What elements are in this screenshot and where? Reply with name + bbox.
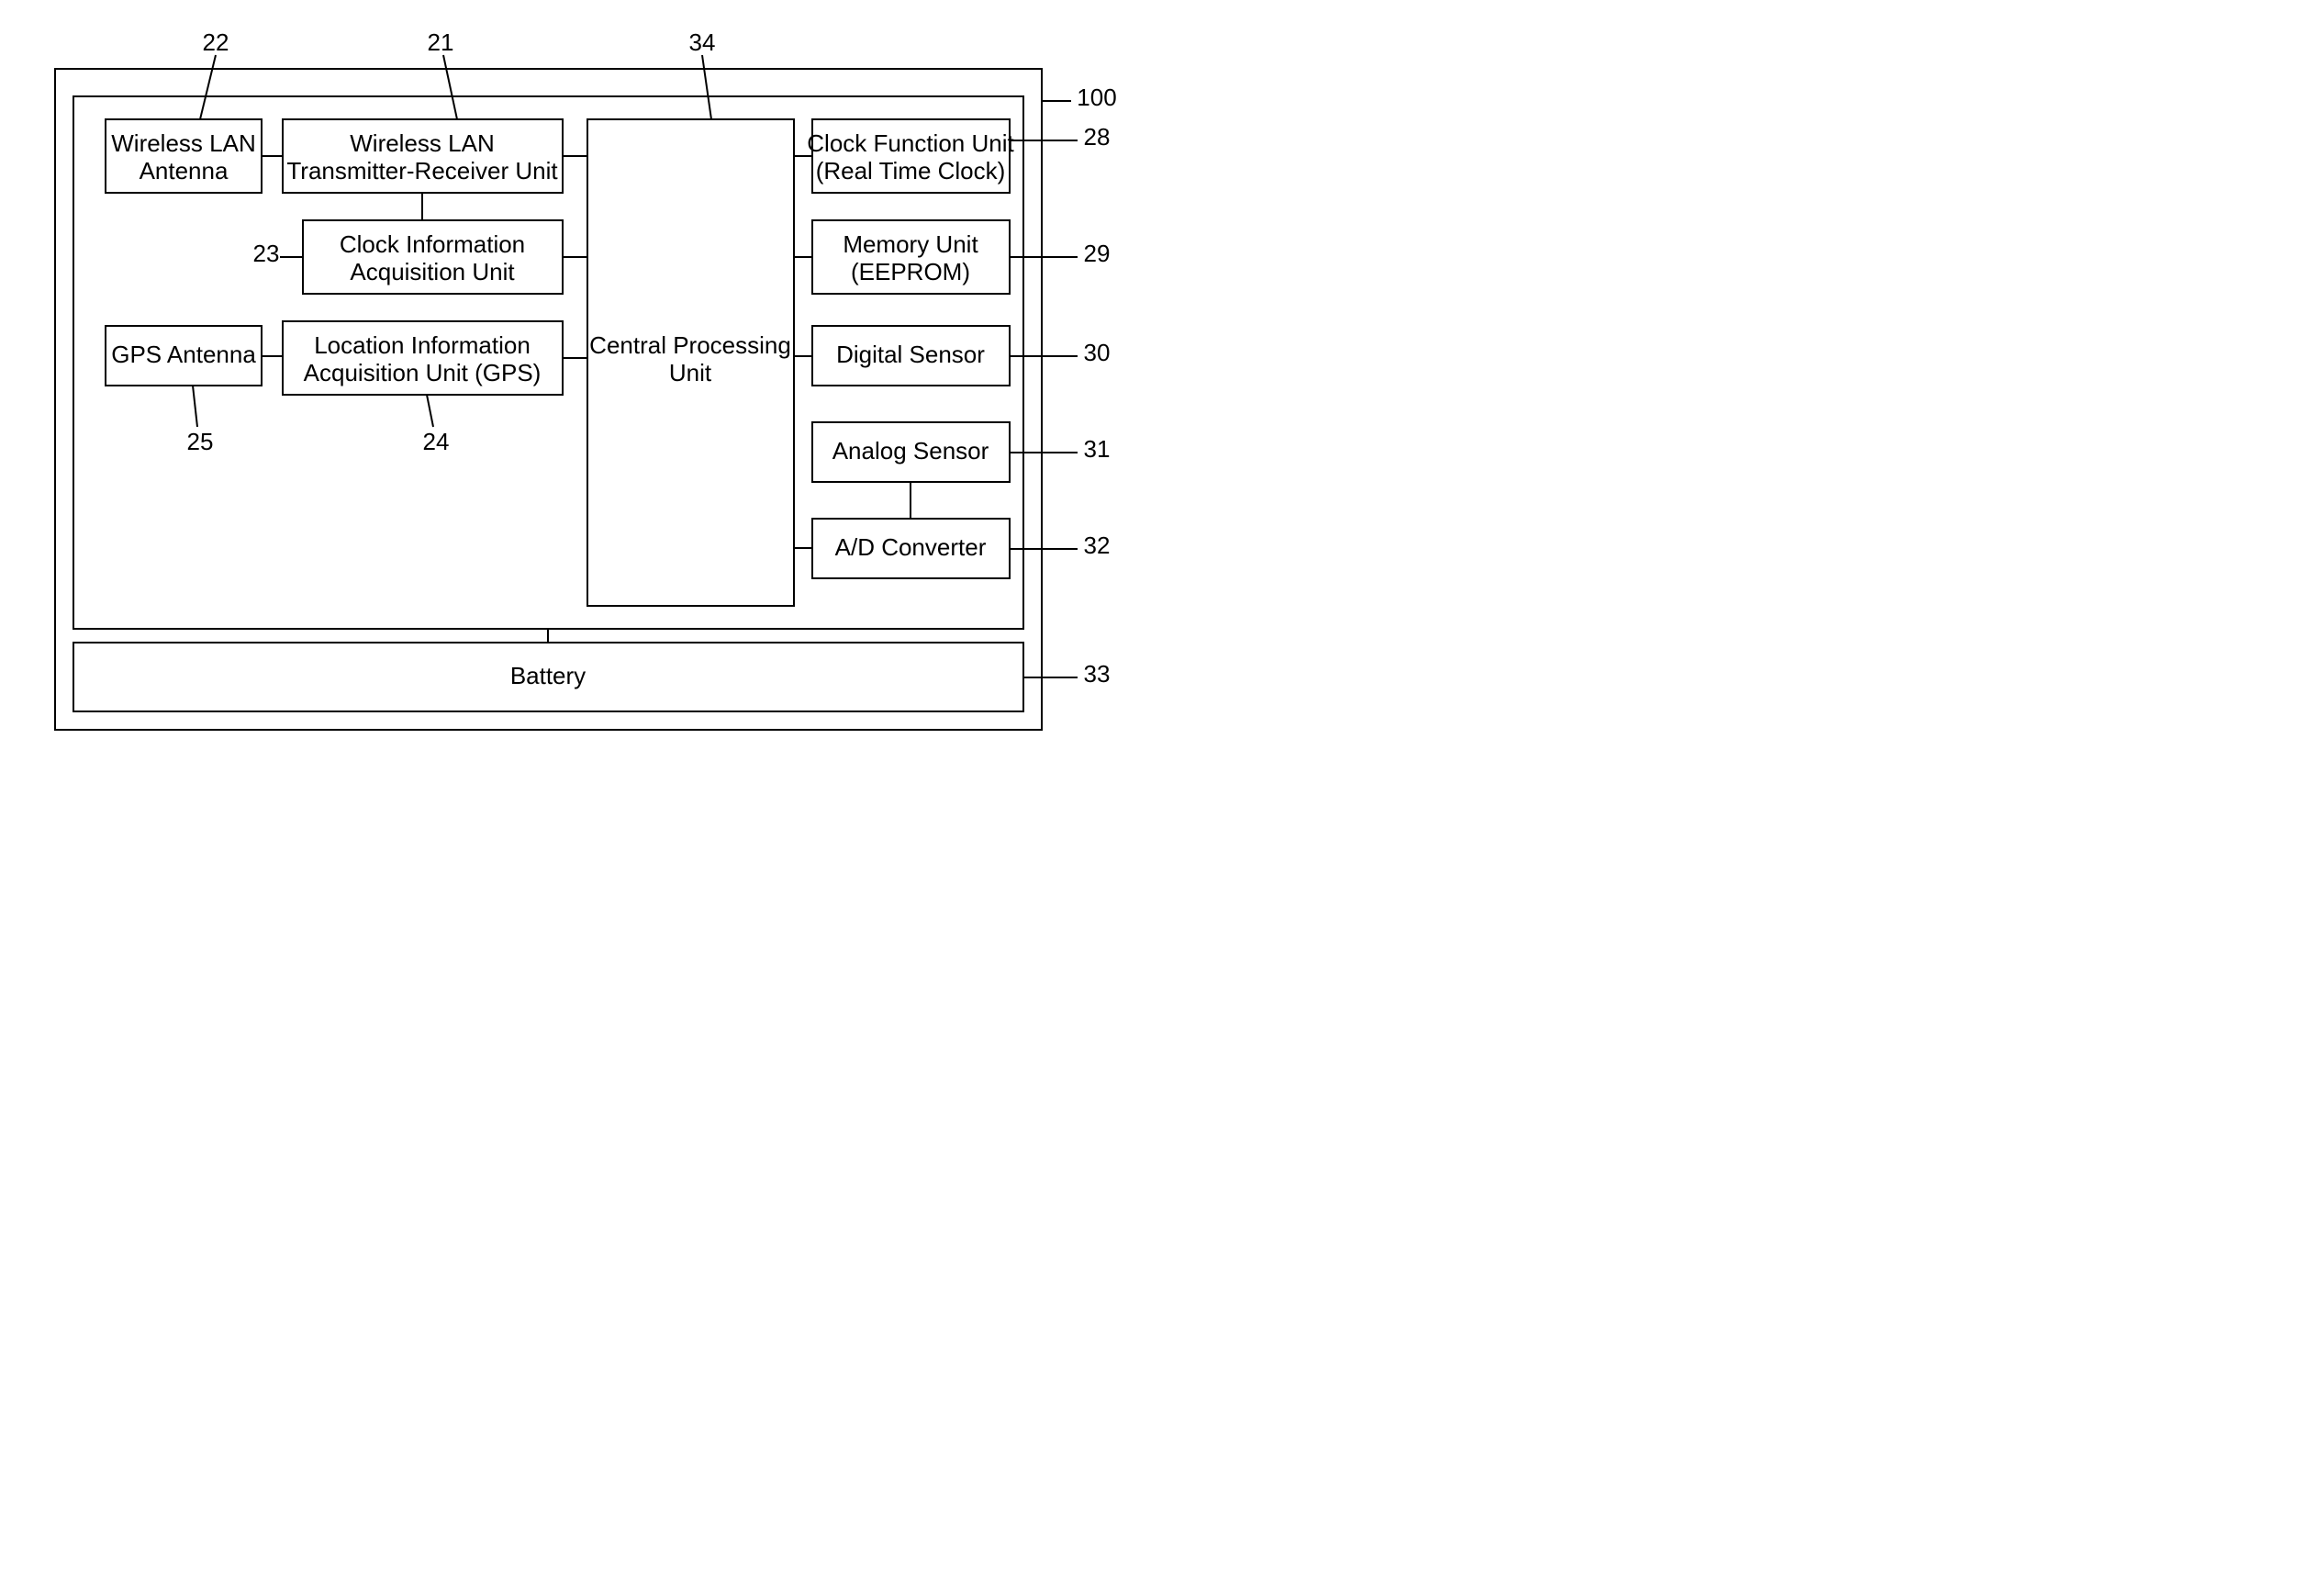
gps-antenna-label: GPS Antenna: [111, 341, 256, 368]
clock-info-line1: Clock Information: [340, 230, 525, 258]
location-line2: Acquisition Unit (GPS): [304, 359, 542, 386]
wlan-trx-line2: Transmitter-Receiver Unit: [286, 157, 558, 185]
ref-23: 23: [253, 240, 280, 267]
block-diagram: Battery Wireless LAN Antenna Wireless LA…: [0, 0, 1175, 803]
ref-31: 31: [1084, 435, 1111, 463]
location-line1: Location Information: [314, 331, 531, 359]
battery-label: Battery: [510, 662, 586, 689]
ref-29: 29: [1084, 240, 1111, 267]
clock-info-line2: Acquisition Unit: [350, 258, 515, 285]
ref-25: 25: [187, 428, 214, 455]
ref-32: 32: [1084, 532, 1111, 559]
memory-line2: (EEPROM): [851, 258, 970, 285]
ad-converter-label: A/D Converter: [835, 533, 987, 561]
ref-30: 30: [1084, 339, 1111, 366]
digital-sensor-label: Digital Sensor: [836, 341, 985, 368]
wlan-antenna-line2: Antenna: [140, 157, 229, 185]
ref-24: 24: [423, 428, 450, 455]
memory-line1: Memory Unit: [843, 230, 978, 258]
analog-sensor-label: Analog Sensor: [832, 437, 989, 464]
ref-28: 28: [1084, 123, 1111, 151]
wlan-antenna-line1: Wireless LAN: [111, 129, 255, 157]
cpu-line2: Unit: [669, 359, 712, 386]
ref-21: 21: [428, 28, 454, 56]
ref-33: 33: [1084, 660, 1111, 688]
rtc-line2: (Real Time Clock): [816, 157, 1006, 185]
wlan-trx-line1: Wireless LAN: [350, 129, 494, 157]
rtc-line1: Clock Function Unit: [807, 129, 1014, 157]
ref-34: 34: [689, 28, 716, 56]
ref-22: 22: [203, 28, 229, 56]
ref-100: 100: [1077, 84, 1116, 111]
cpu-line1: Central Processing: [589, 331, 791, 359]
